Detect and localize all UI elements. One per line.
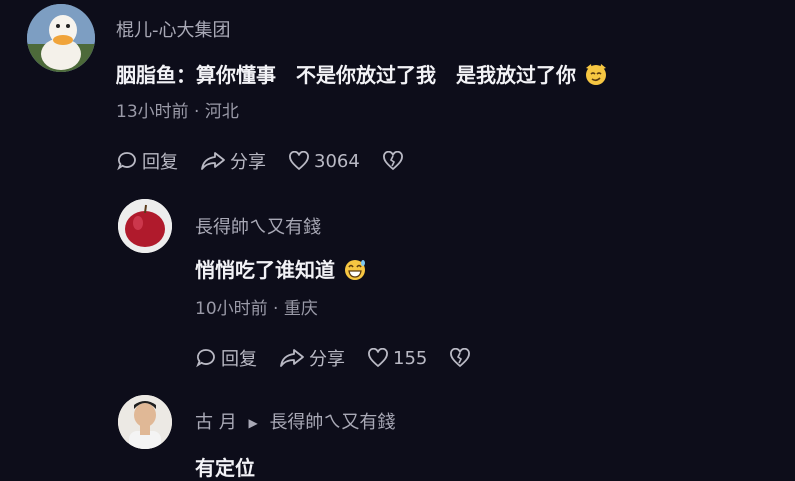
reply-arrow-icon: ▶ <box>248 416 258 430</box>
person-avatar[interactable] <box>118 395 172 449</box>
comment-author-line: 古 月 ▶ 長得帥ㄟ又有錢 <box>195 408 395 434</box>
reply-to-author[interactable]: 長得帥ㄟ又有錢 <box>269 412 395 433</box>
comment-text: 有定位 <box>195 456 255 480</box>
person-icon <box>118 395 172 449</box>
comment-author[interactable]: 古 月 <box>195 412 237 433</box>
comment-3: 古 月 ▶ 長得帥ㄟ又有錢 有定位 <box>0 0 795 480</box>
